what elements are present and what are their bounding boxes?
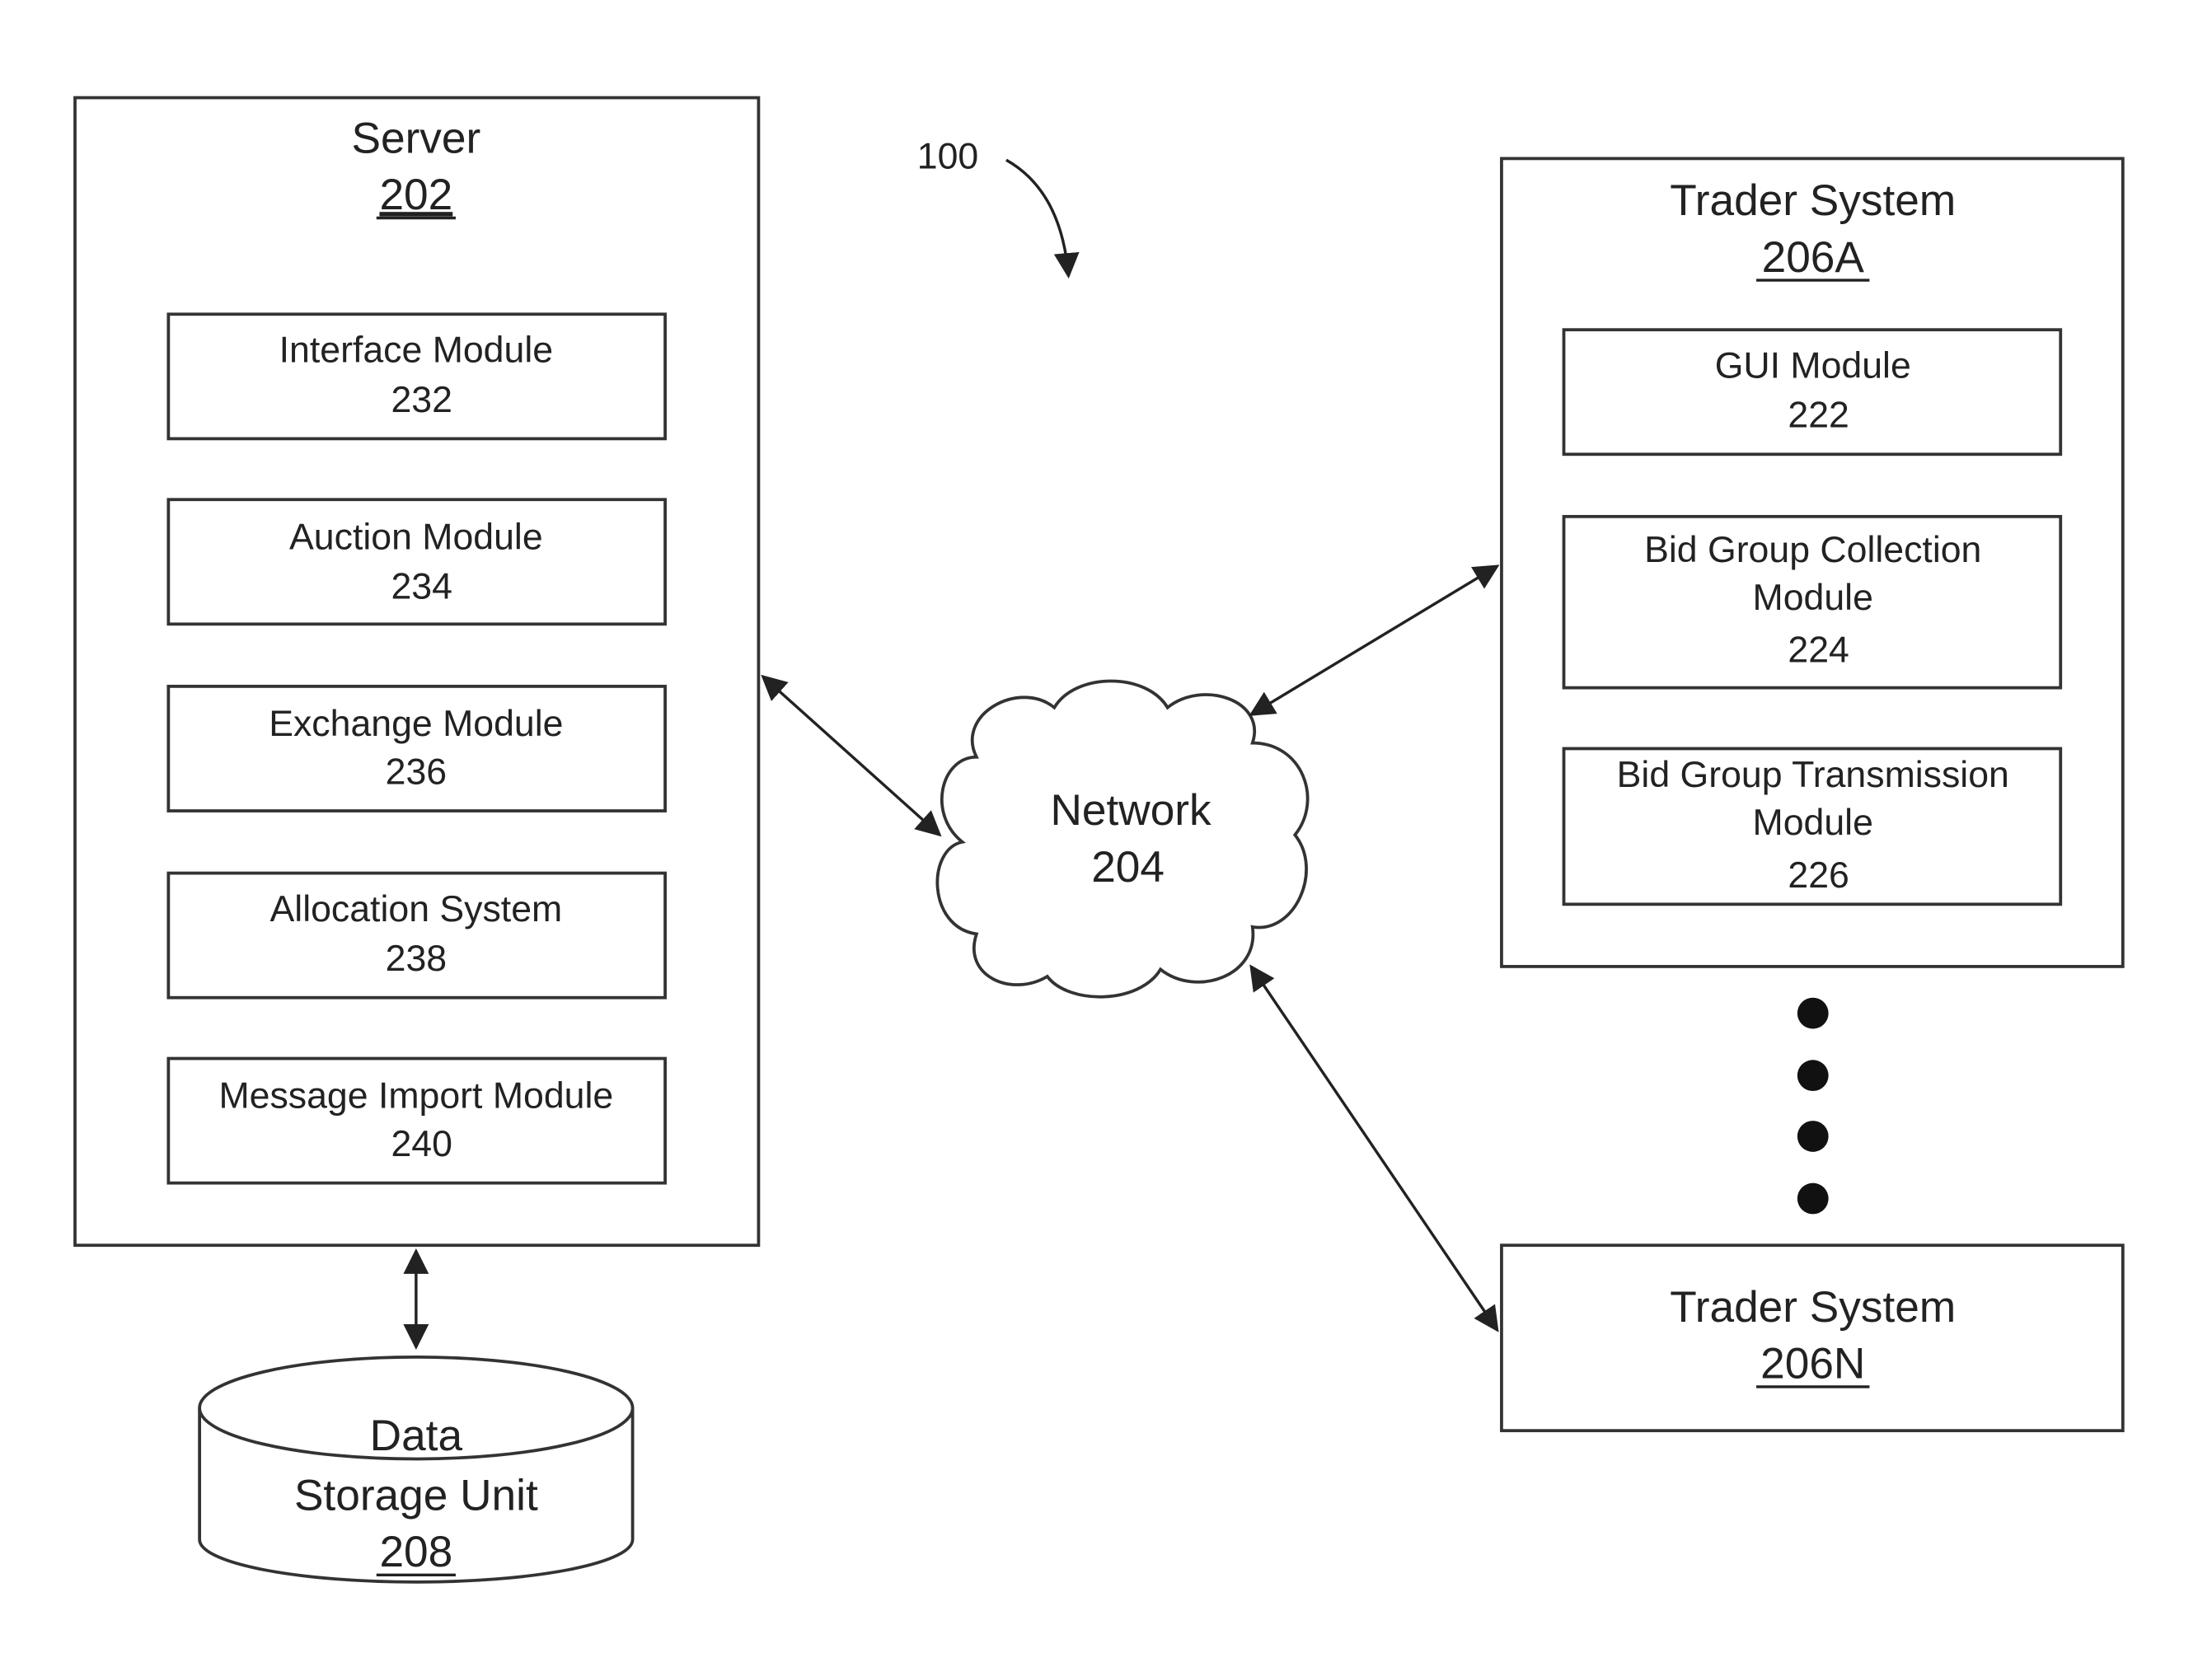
module-name-line2: Module: [1753, 578, 1873, 618]
server-module-interface: Interface Module 232: [166, 312, 667, 441]
module-name: Allocation System: [270, 889, 563, 929]
data-storage-unit: Data Storage Unit 208: [198, 1355, 635, 1584]
module-name: Auction Module: [289, 517, 543, 557]
network-ref: 204: [1091, 843, 1165, 892]
network-title: Network: [1050, 786, 1211, 835]
storage-label-line2: Storage Unit: [294, 1471, 538, 1519]
module-ref: 236: [386, 752, 447, 792]
storage-ref: 208: [379, 1528, 452, 1576]
module-ref: 232: [391, 380, 452, 420]
server-module-message-import: Message Import Module 240: [166, 1056, 667, 1185]
module-ref: 224: [1788, 630, 1849, 671]
module-ref: 226: [1788, 855, 1849, 896]
trader-a-ref: 206A: [1762, 233, 1865, 282]
module-name: Message Import Module: [219, 1076, 614, 1117]
trader-system-n: Trader System 206N: [1500, 1243, 2125, 1433]
server-network-connector: [761, 674, 942, 837]
module-ref: 238: [386, 939, 447, 979]
module-name: Interface Module: [279, 330, 553, 371]
trader-module-gui: GUI Module 222: [1562, 328, 2063, 457]
trader-n-title: Trader System: [1670, 1283, 1956, 1332]
trader-a-title: Trader System: [1670, 176, 1956, 225]
figure-ref-label: 100: [917, 136, 978, 176]
module-ref: 240: [391, 1124, 452, 1164]
figure-ref-arrow: [1005, 158, 1080, 279]
module-name: Exchange Module: [269, 704, 563, 744]
module-name-line2: Module: [1753, 803, 1873, 843]
network-trader-n-connector: [1249, 964, 1499, 1332]
trader-module-bid-group-transmission: Bid Group Transmission Module 226: [1562, 747, 2063, 906]
storage-label-line1: Data: [370, 1412, 463, 1460]
server-module-exchange: Exchange Module 236: [166, 685, 667, 812]
server-title: Server: [351, 115, 480, 163]
network-cloud: Network 204: [935, 679, 1310, 999]
module-name-line1: Bid Group Transmission: [1617, 755, 2009, 795]
module-ref: 234: [391, 566, 452, 606]
ellipsis-dots: [1797, 997, 1829, 1215]
system-diagram: 100 Server 202 Interface Module 232 Auct…: [73, 96, 2125, 1584]
network-trader-a-connector: [1249, 564, 1500, 716]
server-ref: 202: [379, 171, 452, 219]
server-module-allocation: Allocation System 238: [166, 871, 667, 1000]
trader-n-ref: 206N: [1760, 1340, 1865, 1388]
server-module-auction: Auction Module 234: [166, 498, 667, 626]
module-ref: 222: [1788, 396, 1849, 436]
trader-module-bid-group-collection: Bid Group Collection Module 224: [1562, 514, 2063, 690]
module-name: GUI Module: [1715, 346, 1911, 386]
module-name-line1: Bid Group Collection: [1644, 530, 1981, 570]
